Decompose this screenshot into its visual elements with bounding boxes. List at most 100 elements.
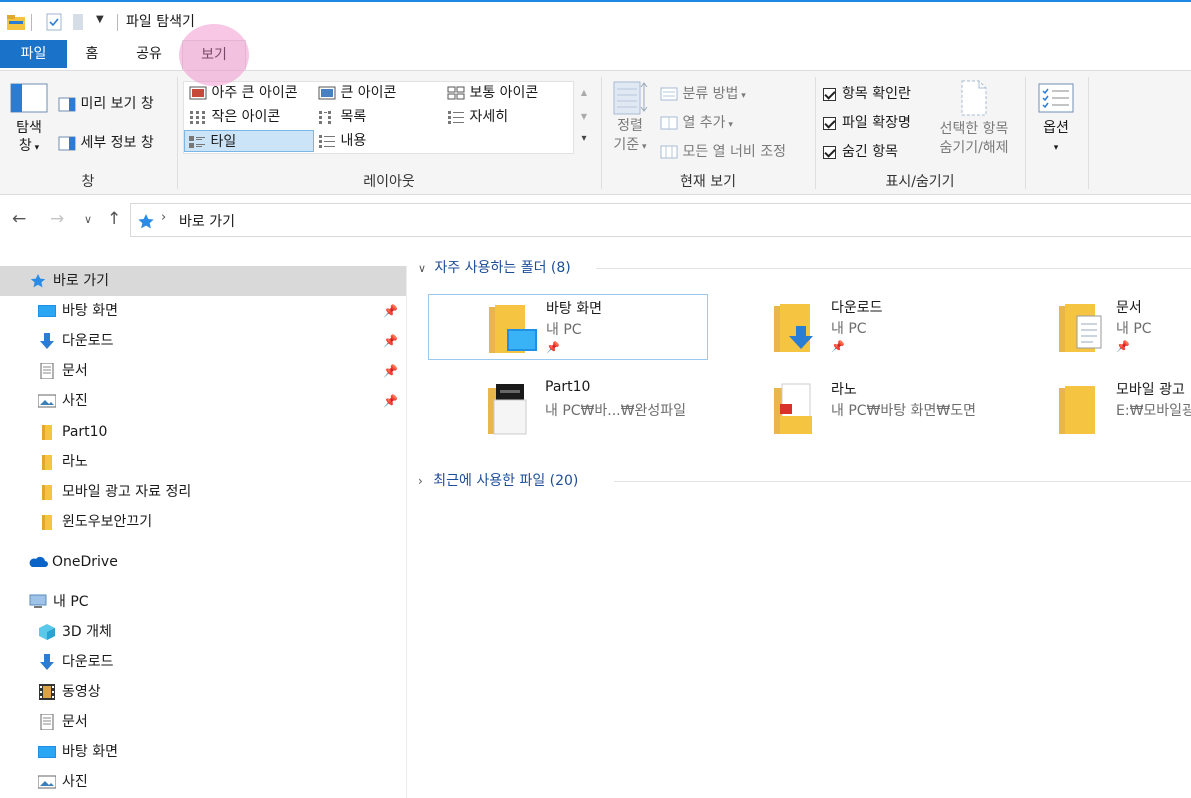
size-all-columns-button[interactable]: 모든 열 너비 조정 bbox=[660, 141, 786, 161]
click-highlight bbox=[179, 24, 249, 86]
tile-part10[interactable]: Part10 내 PC₩바...₩완성파일 bbox=[428, 376, 708, 442]
pin-icon[interactable]: 📌 bbox=[383, 356, 398, 386]
pin-icon[interactable]: 📌 bbox=[383, 326, 398, 356]
pin-icon: 📌 bbox=[831, 340, 845, 353]
navigation-pane-icon bbox=[10, 83, 48, 113]
group-by-label: 분류 방법 bbox=[682, 86, 739, 102]
tab-share[interactable]: 공유 bbox=[125, 40, 173, 68]
nav-pc-documents[interactable]: 문서 bbox=[0, 707, 406, 737]
add-columns-button[interactable]: 열 추가 ▾ bbox=[660, 112, 733, 132]
folder-with-files-icon bbox=[488, 384, 527, 435]
breadcrumb-chevron-icon[interactable]: › bbox=[161, 210, 166, 225]
gallery-expand-icon[interactable]: ▾ bbox=[576, 129, 592, 149]
hide-selected-items-button[interactable]: 선택한 항목 숨기기/해제 bbox=[932, 79, 1016, 158]
tile-desktop[interactable]: 바탕 화면 내 PC 📌 bbox=[428, 294, 708, 360]
recent-files-header[interactable]: › 최근에 사용한 파일 (20) bbox=[418, 470, 1191, 492]
nav-pc-videos[interactable]: 동영상 bbox=[0, 677, 406, 707]
checkbox-checked-icon[interactable] bbox=[823, 145, 836, 159]
layout-small-icons[interactable]: 작은 아이콘 bbox=[186, 106, 280, 128]
details-pane-button[interactable]: 세부 정보 창 bbox=[58, 132, 154, 152]
layout-content[interactable]: 내용 bbox=[315, 130, 366, 152]
checkbox-checked-icon[interactable] bbox=[823, 87, 836, 101]
tile-name: 라노 bbox=[831, 382, 857, 398]
nav-label: 사진 bbox=[62, 393, 88, 409]
pictures-icon bbox=[38, 775, 56, 789]
layout-medium-icons[interactable]: 보통 아이콘 bbox=[444, 82, 538, 104]
medium-icons-icon bbox=[447, 86, 465, 100]
tile-downloads[interactable]: 다운로드 내 PC 📌 bbox=[714, 294, 994, 360]
nav-folder-part10[interactable]: Part10 bbox=[0, 417, 406, 447]
scroll-down-icon[interactable]: ▼ bbox=[576, 105, 592, 129]
pin-icon[interactable]: 📌 bbox=[383, 296, 398, 326]
navigation-bar: ← → ∨ ↑ › 바로 가기 bbox=[0, 196, 1191, 244]
nav-quick-access[interactable]: 바로 가기 bbox=[0, 266, 406, 296]
documents-folder-icon bbox=[1059, 304, 1102, 352]
pane-group: 탐색 창 ▾ 미리 보기 창 세부 정보 창 창 bbox=[0, 71, 176, 195]
preview-pane-button[interactable]: 미리 보기 창 bbox=[58, 93, 154, 113]
scroll-up-icon[interactable]: ▲ bbox=[576, 81, 592, 105]
recent-locations-chevron-icon[interactable]: ∨ bbox=[84, 213, 92, 226]
nav-label: 바로 가기 bbox=[53, 273, 109, 289]
nav-3d-objects[interactable]: 3D 개체 bbox=[0, 617, 406, 647]
navigation-pane-label: 탐색 bbox=[16, 120, 42, 136]
sort-by-button[interactable]: 정렬 기준 ▾ bbox=[610, 79, 650, 157]
nav-pinned-desktop[interactable]: 바탕 화면 📌 bbox=[0, 296, 406, 326]
layout-list[interactable]: 목록 bbox=[315, 106, 366, 128]
folder-icon bbox=[42, 425, 52, 440]
nav-this-pc[interactable]: 내 PC bbox=[0, 587, 406, 617]
tile-mobile-ads[interactable]: 모바일 광고 E:₩모바일광 bbox=[999, 376, 1191, 442]
tile-documents[interactable]: 문서 내 PC 📌 bbox=[999, 294, 1191, 360]
navigation-pane-button[interactable]: 탐색 창 ▾ bbox=[8, 83, 50, 157]
file-explorer-icon bbox=[7, 15, 25, 30]
nav-label: 모바일 광고 자료 정리 bbox=[62, 484, 192, 500]
folder-icon bbox=[42, 515, 52, 530]
layout-tiles[interactable]: 타일 bbox=[184, 130, 314, 152]
hidden-items-toggle[interactable]: 숨긴 항목 bbox=[823, 141, 898, 161]
options-button[interactable]: 옵션 ▾ bbox=[1034, 83, 1078, 157]
checkbox-checked-icon[interactable] bbox=[823, 116, 836, 130]
film-icon bbox=[39, 684, 55, 700]
layout-gallery-scroll[interactable]: ▲ ▼ ▾ bbox=[576, 81, 592, 154]
layout-large-icons[interactable]: 큰 아이콘 bbox=[315, 82, 396, 104]
pin-icon[interactable]: 📌 bbox=[383, 386, 398, 416]
add-columns-icon bbox=[660, 116, 678, 130]
properties-icon[interactable] bbox=[46, 12, 62, 32]
chevron-right-icon[interactable]: › bbox=[418, 474, 423, 488]
tab-file[interactable]: 파일 bbox=[0, 40, 67, 68]
up-arrow-icon[interactable]: ↑ bbox=[107, 209, 121, 229]
frequent-folders-label: 자주 사용하는 폴더 (8) bbox=[434, 260, 571, 276]
nav-pc-pictures[interactable]: 사진 bbox=[0, 767, 406, 797]
address-bar[interactable]: › 바로 가기 bbox=[130, 203, 1191, 237]
layout-extra-large-icons[interactable]: 아주 큰 아이콘 bbox=[186, 82, 298, 104]
customize-toolbar-chevron-icon[interactable]: ▼ bbox=[96, 14, 104, 34]
nav-folder-rano[interactable]: 라노 bbox=[0, 447, 406, 477]
nav-label: 내 PC bbox=[53, 594, 89, 610]
content-area: ∨ 자주 사용하는 폴더 (8) 바탕 화면 내 PC 📌 다운로드 내 PC … bbox=[408, 244, 1191, 798]
nav-folder-mobile-ads[interactable]: 모바일 광고 자료 정리 bbox=[0, 477, 406, 507]
back-arrow-icon[interactable]: ← bbox=[12, 209, 26, 229]
layout-details[interactable]: 자세히 bbox=[444, 106, 508, 128]
nav-folder-windows-security[interactable]: 윈도우보안끄기 bbox=[0, 507, 406, 537]
nav-pinned-documents[interactable]: 문서 📌 bbox=[0, 356, 406, 386]
item-checkboxes-toggle[interactable]: 항목 확인란 bbox=[823, 83, 911, 103]
new-folder-icon[interactable] bbox=[72, 12, 84, 32]
nav-pinned-pictures[interactable]: 사진 📌 bbox=[0, 386, 406, 416]
layout-item-label: 보통 아이콘 bbox=[469, 85, 539, 101]
file-extensions-toggle[interactable]: 파일 확장명 bbox=[823, 112, 911, 132]
nav-onedrive[interactable]: OneDrive bbox=[0, 547, 406, 577]
forward-arrow-icon[interactable]: → bbox=[50, 209, 64, 229]
recent-files-label: 최근에 사용한 파일 (20) bbox=[433, 473, 579, 489]
nav-pc-downloads[interactable]: 다운로드 bbox=[0, 647, 406, 677]
tile-rano[interactable]: 라노 내 PC₩바탕 화면₩도면 bbox=[714, 376, 994, 442]
tab-home[interactable]: 홈 bbox=[72, 40, 112, 68]
document-icon bbox=[40, 363, 54, 379]
chevron-down-icon[interactable]: ∨ bbox=[418, 262, 426, 275]
nav-label: 3D 개체 bbox=[62, 624, 112, 640]
nav-pc-desktop[interactable]: 바탕 화면 bbox=[0, 737, 406, 767]
nav-pinned-downloads[interactable]: 다운로드 📌 bbox=[0, 326, 406, 356]
pictures-icon bbox=[38, 394, 56, 408]
frequent-folders-header[interactable]: ∨ 자주 사용하는 폴더 (8) bbox=[418, 257, 1191, 279]
group-by-button[interactable]: 분류 방법 ▾ bbox=[660, 83, 746, 103]
size-columns-icon bbox=[660, 145, 678, 159]
ribbon-view-panel: 탐색 창 ▾ 미리 보기 창 세부 정보 창 창 레이아웃 아주 큰 아이콘 큰… bbox=[0, 70, 1191, 195]
